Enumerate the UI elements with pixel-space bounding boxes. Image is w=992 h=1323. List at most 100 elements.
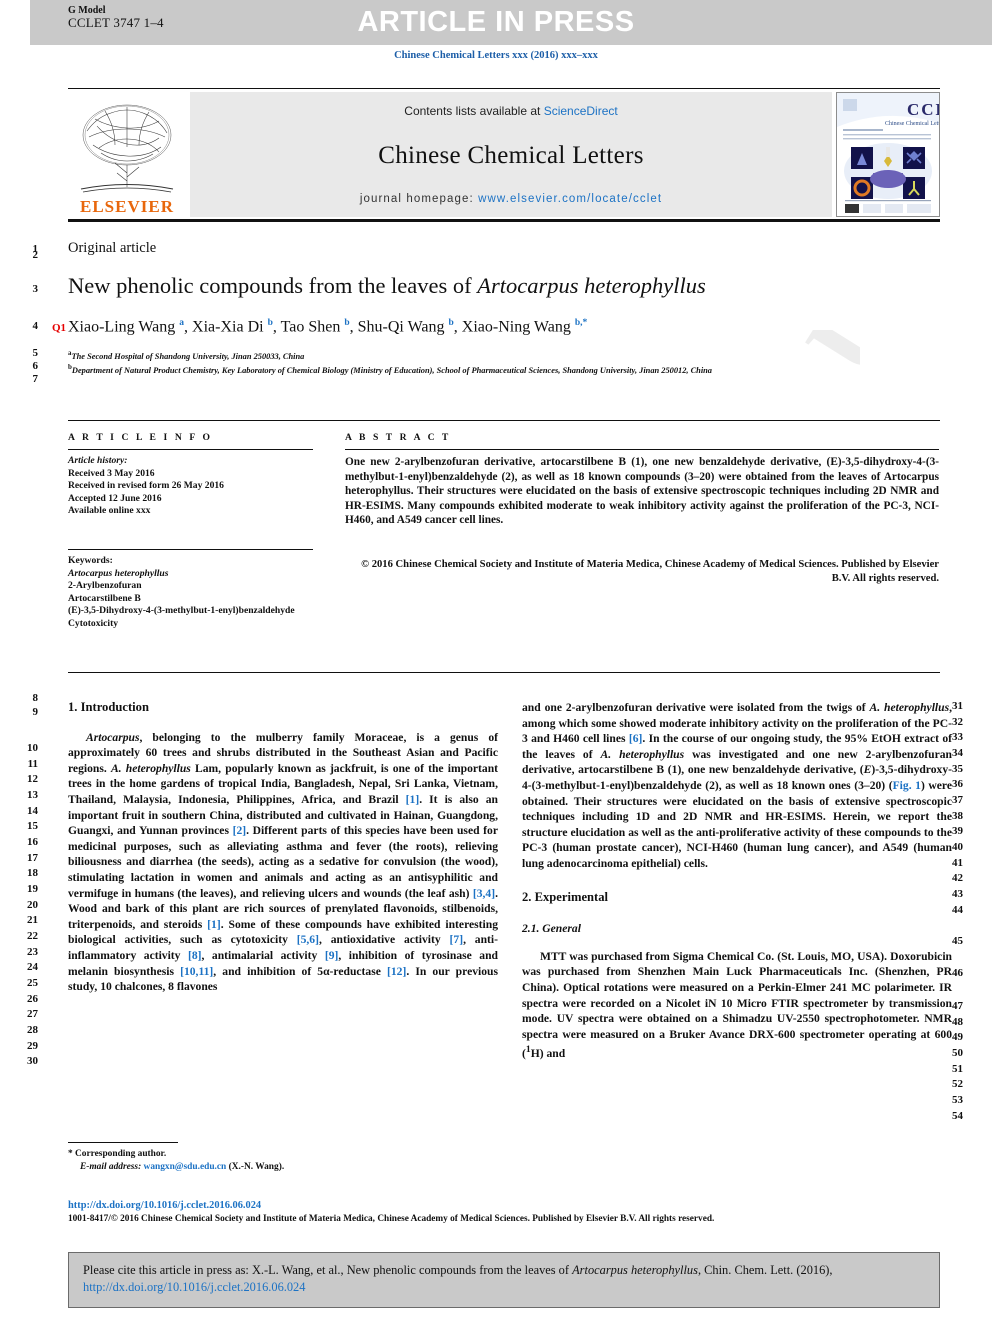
line-number: 10 <box>27 742 38 754</box>
abstract-heading: A B S T R A C T <box>345 432 451 443</box>
line-number: 4 <box>32 320 39 332</box>
cite-this-article-box: Please cite this article in press as: X.… <box>68 1252 940 1308</box>
line-number: 53 <box>952 1094 963 1106</box>
line-number: 28 <box>27 1024 38 1036</box>
line-number: 35 <box>952 763 963 775</box>
article-info-heading: A R T I C L E I N F O <box>68 432 213 443</box>
history-item: Received in revised form 26 May 2016 <box>68 480 224 492</box>
homepage-prefix: journal homepage: <box>359 193 479 205</box>
masthead-top-rule <box>68 88 940 89</box>
keyword-item: Artocarstilbene B <box>68 592 141 604</box>
footnote-rule <box>68 1142 178 1143</box>
sciencedirect-link[interactable]: ScienceDirect <box>544 104 618 118</box>
abstract-copyright: © 2016 Chinese Chemical Society and Inst… <box>361 559 939 585</box>
corresponding-email-link[interactable]: wangxn@sdu.edu.cn <box>144 1162 227 1172</box>
email-line: E-mail address: wangxn@sdu.edu.cn (X.-N.… <box>68 1161 488 1174</box>
keyword-item: 2-Arylbenzofuran <box>68 580 142 592</box>
line-number: 25 <box>27 977 38 989</box>
affil-ref-b-corresponding: b,* <box>574 318 588 328</box>
article-history-block: Article history: Received 3 May 2016 Rec… <box>68 455 313 518</box>
body-column-left: 1. Introduction Artocarpus, belonging to… <box>68 700 498 995</box>
email-suffix: (X.-N. Wang). <box>226 1162 285 1172</box>
affil-ref-b: b <box>267 318 273 328</box>
line-number: 20 <box>27 899 38 911</box>
cover-artwork-icon: CCL Chinese Chemical Letters <box>837 93 939 216</box>
line-number: 13 <box>27 789 38 801</box>
journal-reference: Chinese Chemical Letters xxx (2016) xxx–… <box>394 50 598 61</box>
line-number: 54 <box>952 1110 963 1122</box>
author-list: Xiao-Ling Wang a, Xia-Xia Di b, Tao Shen… <box>68 318 588 336</box>
keyword-item: Cytotoxicity <box>68 617 119 629</box>
article-history-label: Article history: <box>68 455 128 466</box>
journal-homepage-line: journal homepage: www.elsevier.com/locat… <box>360 193 662 205</box>
body-top-rule <box>68 672 940 673</box>
line-number: 12 <box>27 773 38 785</box>
line-number: 30 <box>27 1055 38 1067</box>
masthead-center: Contents lists available at ScienceDirec… <box>190 92 832 217</box>
line-number: 33 <box>952 731 963 743</box>
journal-homepage-link[interactable]: www.elsevier.com/locate/cclet <box>478 193 662 205</box>
affil-ref-b: b <box>344 318 350 328</box>
contents-prefix: Contents lists available at <box>404 104 544 118</box>
affil-ref-b: b <box>448 318 454 328</box>
keywords-rule <box>68 549 313 550</box>
corresponding-author-note: * Corresponding author. <box>68 1149 167 1159</box>
abstract-rule <box>345 449 939 450</box>
line-number: 31 <box>952 700 963 712</box>
line-number: 19 <box>27 883 38 895</box>
elsevier-tree-icon <box>80 104 174 193</box>
issn-copyright-line: 1001-8417/© 2016 Chinese Chemical Societ… <box>68 1214 715 1224</box>
intro-paragraph-1-continued: and one 2-arylbenzofuran derivative were… <box>522 701 952 870</box>
journal-title: Chinese Chemical Letters <box>378 141 644 169</box>
contents-line: Contents lists available at ScienceDirec… <box>404 104 617 118</box>
citation-species: Artocarpus heterophyllus <box>572 1263 698 1277</box>
line-number: 16 <box>27 836 38 848</box>
line-number: 45 <box>952 935 963 947</box>
journal-cover-thumbnail: CCL Chinese Chemical Letters <box>836 92 940 217</box>
line-number: 50 <box>952 1047 963 1059</box>
line-number: 29 <box>27 1040 38 1052</box>
elsevier-logo: ELSEVIER <box>68 92 186 217</box>
section-heading-introduction: 1. Introduction <box>68 700 149 714</box>
title-plain: New phenolic compounds from the leaves o… <box>68 273 478 298</box>
citation-text-before: Please cite this article in press as: X.… <box>83 1263 573 1277</box>
email-label: E-mail address: <box>80 1162 144 1172</box>
info-top-rule <box>68 420 940 421</box>
line-number: 8 <box>32 692 39 704</box>
line-number: 47 <box>952 1000 963 1012</box>
article-info-rule <box>68 449 313 450</box>
svg-text:CCL: CCL <box>907 100 939 119</box>
body-column-right: and one 2-arylbenzofuran derivative were… <box>522 700 952 1062</box>
line-number: 18 <box>27 867 38 879</box>
page-title: New phenolic compounds from the leaves o… <box>68 272 928 300</box>
doi-link[interactable]: http://dx.doi.org/10.1016/j.cclet.2016.0… <box>68 1200 261 1211</box>
line-number: 52 <box>952 1078 963 1090</box>
query-marker-q1[interactable]: Q1 <box>52 322 66 334</box>
line-number: 27 <box>27 1008 38 1020</box>
citation-doi-link[interactable]: http://dx.doi.org/10.1016/j.cclet.2016.0… <box>83 1280 305 1294</box>
affiliation-a: The Second Hospital of Shandong Universi… <box>71 351 305 361</box>
section-heading-experimental: 2. Experimental <box>522 889 609 904</box>
line-number: 36 <box>952 778 963 790</box>
line-number: 51 <box>952 1063 963 1075</box>
keywords-label: Keywords: <box>68 555 113 566</box>
line-number: 37 <box>952 794 963 806</box>
line-number: 11 <box>27 758 38 770</box>
article-kind: Original article <box>68 240 157 256</box>
article-in-press-title: ARTICLE IN PRESS <box>357 6 635 38</box>
masthead-bottom-rule <box>68 219 940 222</box>
line-number: 44 <box>952 904 963 916</box>
section-heading-general: 2.1. General <box>522 922 581 936</box>
keywords-block: Keywords: Artocarpus heterophyllus 2-Ary… <box>68 555 313 631</box>
line-number: 26 <box>27 993 38 1005</box>
citation-text-after: , Chin. Chem. Lett. (2016), <box>697 1263 833 1277</box>
line-number: 34 <box>952 747 963 759</box>
line-number: 46 <box>952 967 963 979</box>
affiliations: aThe Second Hospital of Shandong Univers… <box>68 348 868 377</box>
history-item: Accepted 12 June 2016 <box>68 492 162 504</box>
journal-masthead: ELSEVIER Contents lists available at Sci… <box>68 92 940 217</box>
title-species: Artocarpus heterophyllus <box>477 273 706 298</box>
intro-paragraph-1: Artocarpus, belonging to the mulberry fa… <box>68 730 498 994</box>
line-number: 5 <box>32 347 39 359</box>
line-number: 14 <box>27 805 38 817</box>
